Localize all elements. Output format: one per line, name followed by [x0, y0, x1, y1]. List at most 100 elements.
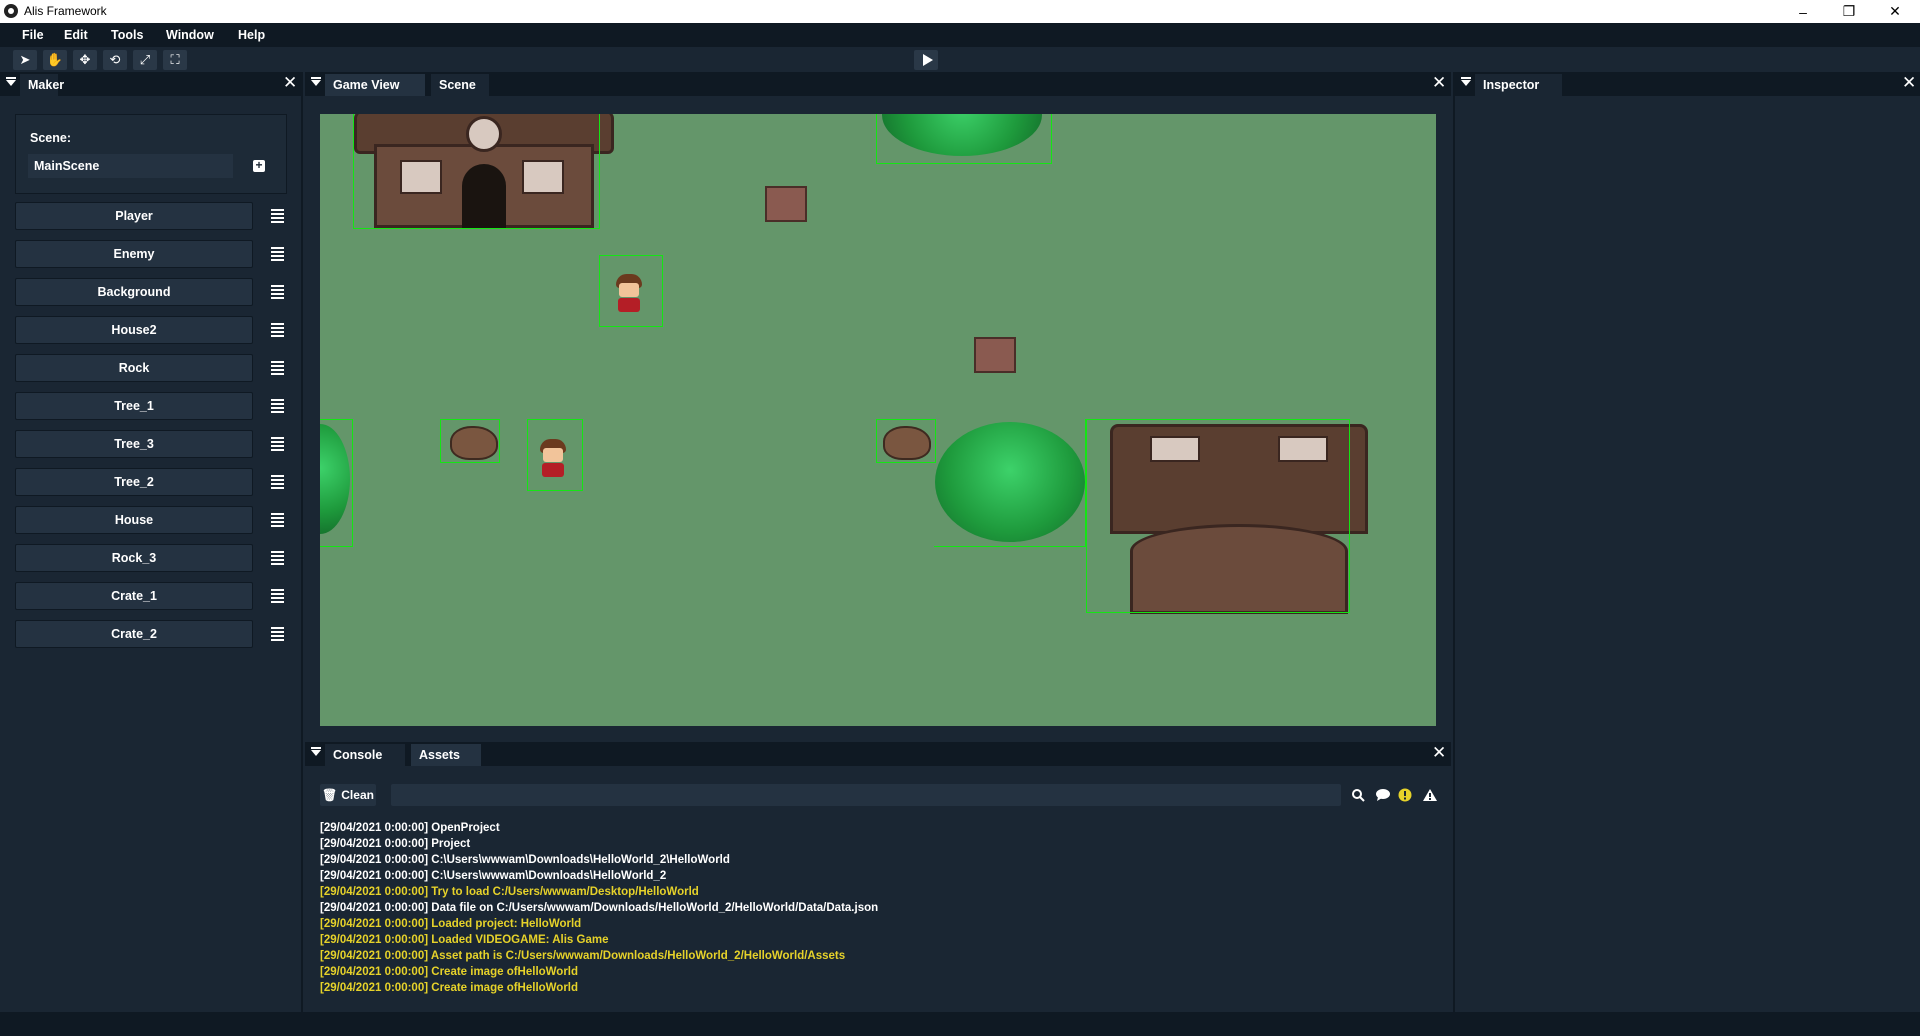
entity-button[interactable]: Tree_3: [15, 430, 253, 458]
log-timestamp: [29/04/2021 0:00:00]: [320, 950, 429, 962]
entity-menu-icon[interactable]: [265, 508, 289, 532]
close-inspector-icon[interactable]: ✕: [1902, 74, 1916, 91]
log-timestamp: [29/04/2021 0:00:00]: [320, 934, 429, 946]
menu-edit[interactable]: Edit: [64, 28, 88, 42]
scene-name-field[interactable]: MainScene: [28, 154, 233, 178]
inspector-dock-header: Inspector ✕: [1455, 72, 1920, 96]
log-timestamp: [29/04/2021 0:00:00]: [320, 870, 429, 882]
bounds-rock-3: [876, 419, 936, 463]
dock-menu-icon[interactable]: [311, 77, 321, 86]
entity-menu-icon[interactable]: [265, 622, 289, 646]
play-button[interactable]: [914, 50, 938, 70]
log-message: Data file on C:/Users/wwwam/Downloads/He…: [431, 902, 879, 914]
log-entry: [29/04/2021 0:00:00] C:\Users\wwwam\Down…: [320, 870, 666, 882]
toolbar: ➤ ✋ ✥ ⟲ ⤢ ⛶: [0, 47, 1920, 72]
tab-assets[interactable]: Assets: [411, 744, 481, 766]
log-timestamp: [29/04/2021 0:00:00]: [320, 902, 429, 914]
log-timestamp: [29/04/2021 0:00:00]: [320, 966, 429, 978]
bounds-tree-1: [876, 114, 1052, 164]
log-entry: [29/04/2021 0:00:00] Create image ofHell…: [320, 982, 578, 994]
close-window-button[interactable]: ✕: [1872, 0, 1918, 23]
restore-button[interactable]: ❐: [1826, 0, 1872, 23]
entity-menu-icon[interactable]: [265, 584, 289, 608]
center-dock-header: Game View Scene ✕: [305, 72, 1451, 96]
entity-button[interactable]: House: [15, 506, 253, 534]
entity-button[interactable]: Tree_1: [15, 392, 253, 420]
crate-2-sprite[interactable]: [974, 337, 1016, 373]
minimize-button[interactable]: –: [1780, 0, 1826, 23]
inspector-panel: Inspector ✕: [1453, 72, 1920, 1012]
tab-game-view[interactable]: Game View: [325, 74, 425, 96]
close-console-icon[interactable]: ✕: [1432, 744, 1446, 761]
dock-menu-icon[interactable]: [311, 747, 321, 756]
entity-button[interactable]: Player: [15, 202, 253, 230]
menu-tools[interactable]: Tools: [111, 28, 143, 42]
log-message: Create image ofHelloWorld: [431, 982, 579, 994]
console-dock-header: Console Assets ✕: [305, 742, 1451, 766]
entity-menu-icon[interactable]: [265, 242, 289, 266]
dock-menu-icon[interactable]: [6, 77, 16, 86]
log-message: Loaded project: HelloWorld: [431, 918, 582, 930]
tab-scene[interactable]: Scene: [431, 74, 489, 96]
entity-menu-icon[interactable]: [265, 280, 289, 304]
trash-icon: 🗑: [322, 788, 338, 802]
enemy-sprite[interactable]: [530, 439, 578, 481]
bounds-tree-2: [934, 419, 1086, 547]
dock-menu-icon[interactable]: [1461, 77, 1471, 86]
search-icon[interactable]: [1349, 786, 1367, 804]
entity-menu-icon[interactable]: [265, 204, 289, 228]
log-timestamp: [29/04/2021 0:00:00]: [320, 838, 429, 850]
log-message: Asset path is C:/Users/wwwam/Downloads/H…: [430, 950, 846, 962]
entity-menu-icon[interactable]: [265, 318, 289, 342]
message-filter-icon[interactable]: [1374, 786, 1392, 804]
tab-maker[interactable]: Maker: [20, 74, 64, 96]
entity-menu-icon[interactable]: [265, 356, 289, 380]
log-entry: [29/04/2021 0:00:00] Create image ofHell…: [320, 966, 578, 978]
menu-help[interactable]: Help: [238, 28, 265, 42]
player-sprite[interactable]: [606, 274, 654, 316]
entity-button[interactable]: House2: [15, 316, 253, 344]
title-bar: Alis Framework – ❐ ✕: [0, 0, 1920, 23]
clean-button[interactable]: 🗑 Clean: [320, 784, 376, 806]
entity-button[interactable]: Crate_1: [15, 582, 253, 610]
entity-menu-icon[interactable]: [265, 546, 289, 570]
log-message: Loaded VIDEOGAME: Alis Game: [431, 934, 609, 946]
select-tool-icon[interactable]: ➤: [13, 50, 37, 70]
entity-button[interactable]: Rock: [15, 354, 253, 382]
rotate-tool-icon[interactable]: ⟲: [103, 50, 127, 70]
hand-tool-icon[interactable]: ✋: [43, 50, 67, 70]
rect-tool-icon[interactable]: ⛶: [163, 50, 187, 70]
log-timestamp: [29/04/2021 0:00:00]: [320, 822, 429, 834]
close-scene-icon[interactable]: ✕: [1432, 74, 1446, 91]
menu-file[interactable]: File: [22, 28, 44, 42]
entity-button[interactable]: Background: [15, 278, 253, 306]
tab-console[interactable]: Console: [325, 744, 405, 766]
close-maker-icon[interactable]: ✕: [283, 74, 297, 91]
tab-inspector[interactable]: Inspector: [1475, 74, 1562, 96]
log-entry: [29/04/2021 0:00:00] Project: [320, 838, 470, 850]
entity-button[interactable]: Rock_3: [15, 544, 253, 572]
log-entry: [29/04/2021 0:00:00] Asset path is C:/Us…: [320, 950, 845, 962]
add-scene-icon[interactable]: +: [253, 159, 265, 172]
log-entry: [29/04/2021 0:00:00] C:\Users\wwwam\Down…: [320, 854, 730, 866]
crate-1-sprite[interactable]: [765, 186, 807, 222]
console-panel: Console Assets ✕ 🗑 Clean [29/04/2021 0:0…: [305, 742, 1451, 1012]
scene-label: Scene:: [30, 131, 71, 145]
entity-button[interactable]: Tree_2: [15, 468, 253, 496]
entity-menu-icon[interactable]: [265, 470, 289, 494]
clean-label: Clean: [341, 788, 374, 802]
scale-tool-icon[interactable]: ⤢: [133, 50, 157, 70]
warning-filter-icon[interactable]: [1396, 786, 1414, 804]
entity-button[interactable]: Crate_2: [15, 620, 253, 648]
menu-window[interactable]: Window: [166, 28, 214, 42]
entity-menu-icon[interactable]: [265, 432, 289, 456]
entity-button[interactable]: Enemy: [15, 240, 253, 268]
console-filter-input[interactable]: [391, 784, 1341, 806]
window-title: Alis Framework: [24, 4, 107, 18]
entity-menu-icon[interactable]: [265, 394, 289, 418]
error-filter-icon[interactable]: [1421, 786, 1439, 804]
menu-bar: File Edit Tools Window Help: [0, 23, 1920, 47]
bounds-house: [1086, 419, 1350, 613]
scene-viewport[interactable]: [320, 114, 1436, 726]
move-tool-icon[interactable]: ✥: [73, 50, 97, 70]
